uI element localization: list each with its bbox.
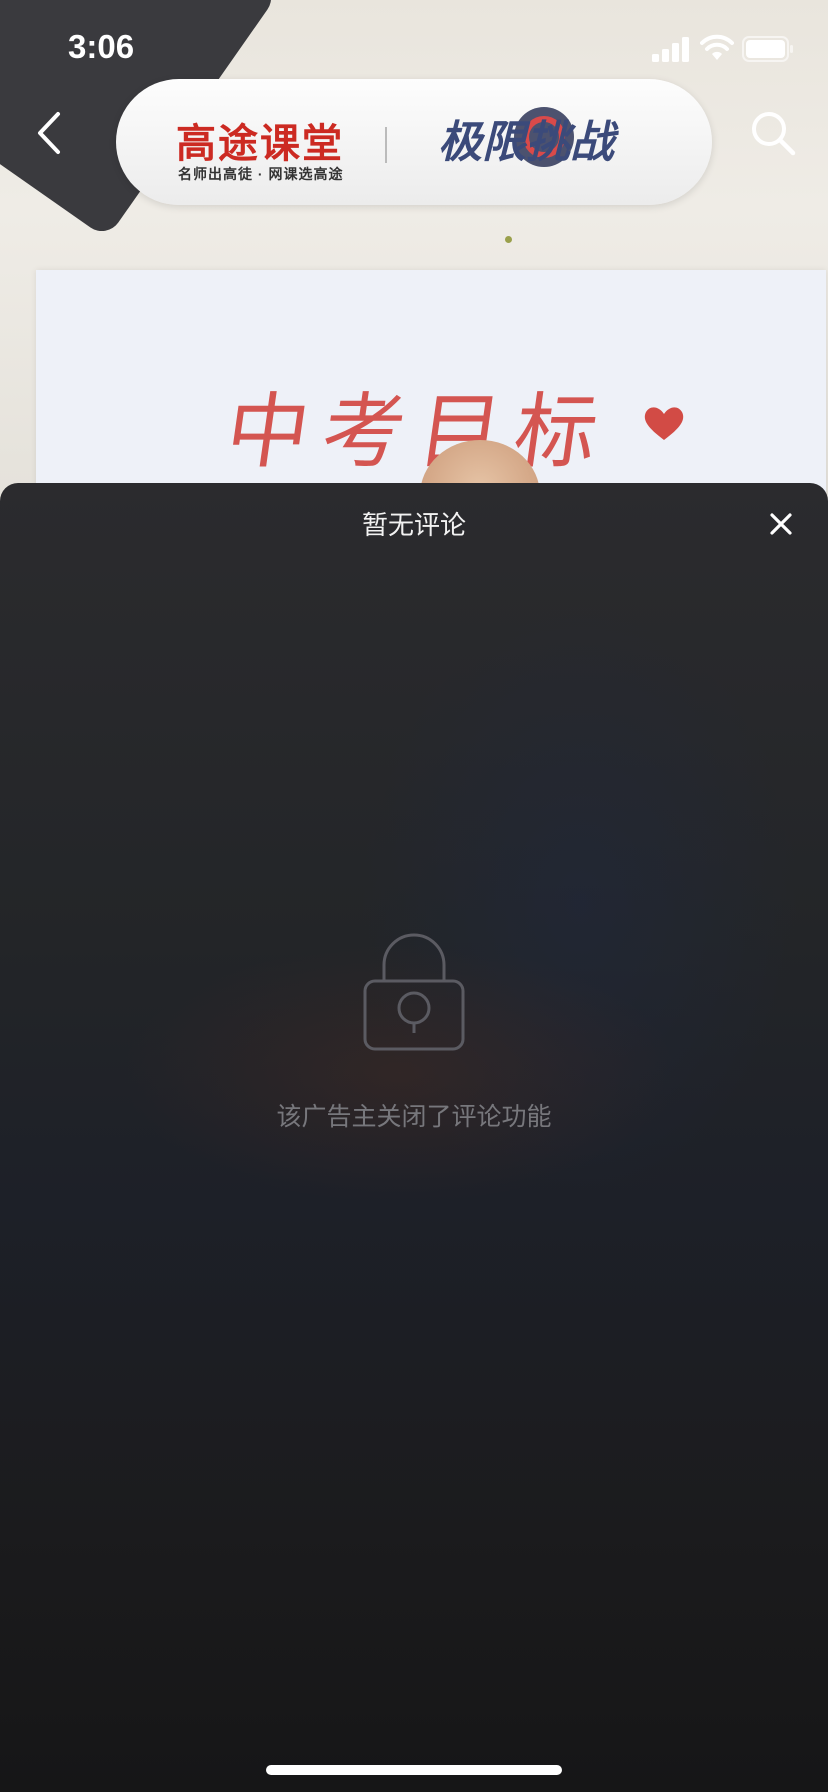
challenge-title: 极限挑战 [438,117,619,168]
brand-slogan: 名师出高徒 · 网课选高途 [178,166,344,182]
back-icon[interactable] [30,108,70,158]
comments-disabled-message: 该广告主关闭了评论功能 [276,1102,552,1131]
close-icon[interactable] [764,507,798,541]
status-time: 3:06 [68,28,135,65]
brand-name: 高途课堂 [176,122,344,166]
comments-sheet: 暂无评论 该广告主关闭了评论功能 [0,483,828,1792]
home-indicator[interactable] [266,1765,562,1775]
lock-icon [363,933,465,1051]
background-speck [505,236,512,243]
brand-divider [385,127,387,163]
handwritten-text: 中考目标 [220,385,618,480]
heart-drawing-icon [644,407,684,440]
cellular-signal-icon [652,37,689,62]
battery-icon [742,36,793,62]
search-icon[interactable] [748,108,798,158]
brand-banner[interactable]: 高途课堂 名师出高徒 · 网课选高途 极限挑战 [116,79,712,205]
sheet-title: 暂无评论 [361,511,466,541]
challenge-show-logo: 极限挑战 [438,107,619,168]
wifi-icon [700,34,734,60]
